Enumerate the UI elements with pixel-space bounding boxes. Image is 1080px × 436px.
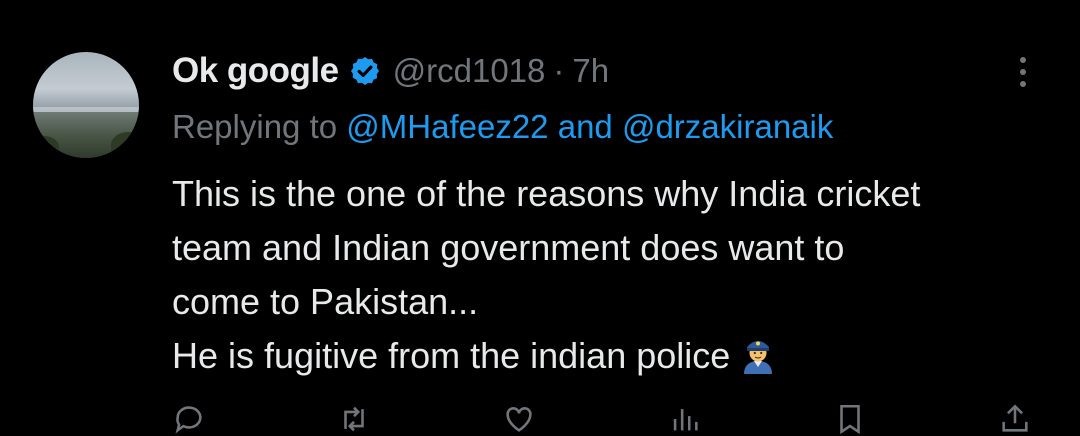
body-line-text: He is fugitive from the indian police <box>172 335 731 376</box>
tweet[interactable]: Ok google @rcd1018 · 7h Replying to @MHa… <box>0 0 1080 435</box>
tweet-body: This is the one of the reasons why India… <box>172 167 1052 383</box>
author-handle[interactable]: @rcd1018 <box>393 52 546 90</box>
timestamp[interactable]: 7h <box>572 52 609 90</box>
views-button[interactable] <box>668 404 702 434</box>
reply-icon <box>175 406 202 434</box>
more-dot <box>1020 69 1026 75</box>
more-dot <box>1020 57 1026 63</box>
avatar-tree <box>33 136 59 158</box>
mention-link[interactable]: @drzakiranaik <box>622 108 833 145</box>
body-line: come to Pakistan... <box>172 281 479 322</box>
tweet-header: Ok google @rcd1018 · 7h <box>172 46 609 96</box>
replying-prefix: Replying to <box>172 108 338 145</box>
bookmark-icon <box>839 404 860 435</box>
body-line: This is the one of the reasons why India… <box>172 173 921 214</box>
like-icon <box>506 407 532 432</box>
share-button[interactable] <box>998 404 1032 434</box>
more-options-icon[interactable] <box>1016 57 1030 97</box>
retweet-button[interactable] <box>337 404 371 434</box>
like-button[interactable] <box>502 404 536 434</box>
more-dot <box>1020 81 1026 87</box>
avatar[interactable] <box>33 52 139 158</box>
author-name[interactable]: Ok google <box>172 51 339 91</box>
tweet-actions <box>172 404 1032 435</box>
body-line: team and Indian government does want to <box>172 227 845 268</box>
views-icon <box>673 409 698 431</box>
mention-joiner[interactable]: and <box>558 108 613 145</box>
body-line-last: He is fugitive from the indian police <box>172 329 1052 383</box>
police-officer-emoji <box>744 341 773 374</box>
separator-dot: · <box>553 52 565 89</box>
replying-to: Replying to @MHafeez22 and @drzakiranaik <box>172 108 833 146</box>
retweet-icon <box>344 406 364 432</box>
share-icon <box>1002 404 1028 432</box>
reply-button[interactable] <box>172 404 206 434</box>
mention-link[interactable]: @MHafeez22 <box>346 108 548 145</box>
verified-badge-icon[interactable] <box>349 55 381 87</box>
bookmark-button[interactable] <box>833 404 867 435</box>
avatar-tree <box>111 132 139 158</box>
